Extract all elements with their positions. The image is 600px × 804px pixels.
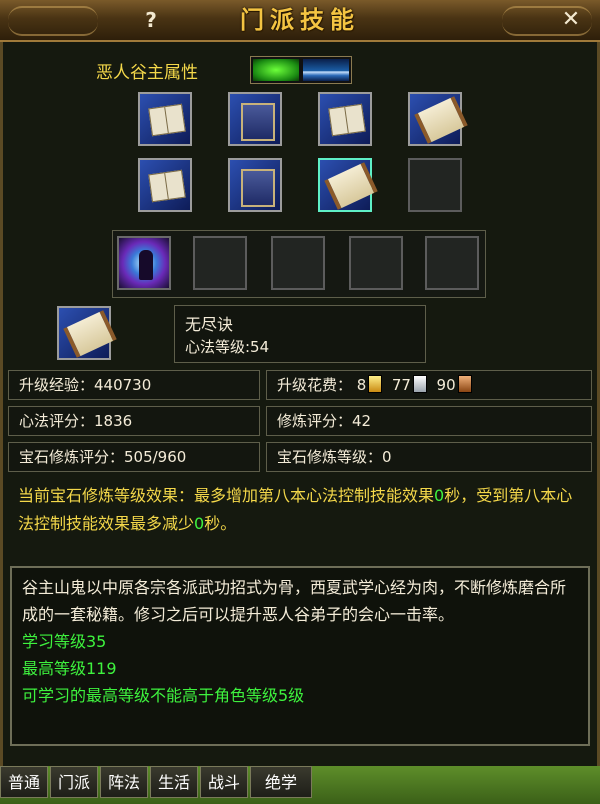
- skill-book-slot-7-selected[interactable]: [318, 158, 378, 212]
- scroll-icon: [414, 96, 468, 144]
- gem-effect-text: 当前宝石修炼等级效果：最多增加第八本心法控制技能效果0秒，受到第八本心法控制技能…: [6, 478, 594, 550]
- tab-normal[interactable]: 普通: [0, 766, 48, 798]
- effect-value-2: 0: [194, 514, 205, 533]
- effect-part-1: 当前宝石修炼等级效果：最多增加第八本心法控制技能效果: [18, 486, 435, 505]
- bottom-tab-bar: 普通 门派 阵法 生活 战斗 绝学: [0, 766, 600, 804]
- silver-icon: [412, 375, 427, 393]
- tab-life[interactable]: 生活: [150, 766, 198, 798]
- tab-ultimate[interactable]: 绝学: [250, 766, 312, 798]
- scroll-icon: [63, 310, 117, 358]
- skill-description-panel: 谷主山鬼以中原各宗各派武功招式为骨，西夏武学心经为肉，不断修炼磨合所成的一套秘籍…: [10, 566, 590, 746]
- skill-bar-slot-5[interactable]: [425, 236, 479, 290]
- book-icon: [328, 103, 366, 137]
- magic-skill-icon: [139, 250, 153, 280]
- scroll-icon: [324, 162, 378, 210]
- current-skill-level: 心法等级:54: [185, 338, 270, 356]
- water-element-icon: [303, 59, 349, 81]
- upgrade-exp: 升级经验：440730: [8, 370, 260, 400]
- copper-icon: [457, 375, 472, 393]
- skill-book-slot-2[interactable]: [228, 92, 282, 146]
- tab-formation[interactable]: 阵法: [100, 766, 148, 798]
- skill-book-slot-1[interactable]: [138, 92, 192, 146]
- cultivate-score: 修炼评分：42: [266, 406, 592, 436]
- current-skill-info: 无尽诀 心法等级:54: [174, 305, 426, 363]
- upgrade-cost-label: 升级花费：: [277, 376, 353, 394]
- gold-icon: [368, 375, 383, 393]
- skill-bar-slot-2[interactable]: [193, 236, 247, 290]
- title-ornament-left: [8, 6, 98, 36]
- level-limit-note: 可学习的最高等级不能高于角色等级5级: [22, 686, 305, 705]
- skill-bar-slot-4[interactable]: [349, 236, 403, 290]
- cost-gold-value: 8: [356, 376, 367, 394]
- help-button[interactable]: ?: [138, 8, 164, 32]
- skill-bar-slot-3[interactable]: [271, 236, 325, 290]
- upgrade-cost: 升级花费： 8 77 90: [266, 370, 592, 400]
- tome-icon: [241, 103, 275, 141]
- book-icon: [148, 169, 186, 203]
- skill-description-text: 谷主山鬼以中原各宗各派武功招式为骨，西夏武学心经为肉，不断修炼磨合所成的一套秘籍…: [22, 578, 567, 624]
- skill-bar-slot-1[interactable]: [117, 236, 171, 290]
- tab-combat[interactable]: 战斗: [200, 766, 248, 798]
- attribute-label: 恶人谷主属性: [96, 63, 198, 83]
- tome-icon: [241, 169, 275, 207]
- book-icon: [148, 103, 186, 137]
- skill-book-slot-6[interactable]: [228, 158, 282, 212]
- close-button[interactable]: ✕: [558, 8, 584, 32]
- max-level: 最高等级119: [22, 659, 117, 678]
- tab-sect[interactable]: 门派: [50, 766, 98, 798]
- effect-part-3: 秒。: [204, 514, 237, 533]
- skill-score: 心法评分：1836: [8, 406, 260, 436]
- current-skill-name: 无尽诀: [185, 315, 234, 334]
- gem-cultivate-score: 宝石修炼评分：505/960: [8, 442, 260, 472]
- skill-book-slot-5[interactable]: [138, 158, 192, 212]
- skill-book-slot-4[interactable]: [408, 92, 468, 146]
- current-skill-slot[interactable]: [57, 306, 117, 360]
- title-bar[interactable]: ? 门派技能 ✕: [0, 0, 600, 42]
- window-title: 门派技能: [240, 6, 360, 34]
- cost-silver-value: 77: [391, 376, 411, 394]
- wood-element-icon: [253, 59, 299, 81]
- sect-skills-window: ? 门派技能 ✕ 恶人谷主属性 无尽诀 心法等级:54 升级经验：440730 …: [0, 0, 600, 804]
- attribute-elements: [250, 56, 352, 84]
- skill-book-slot-8-empty[interactable]: [408, 158, 462, 212]
- gem-cultivate-level: 宝石修炼等级：0: [266, 442, 592, 472]
- effect-value-1: 0: [434, 486, 445, 505]
- learn-level: 学习等级35: [22, 632, 107, 651]
- skill-book-slot-3[interactable]: [318, 92, 372, 146]
- cost-copper-value: 90: [436, 376, 456, 394]
